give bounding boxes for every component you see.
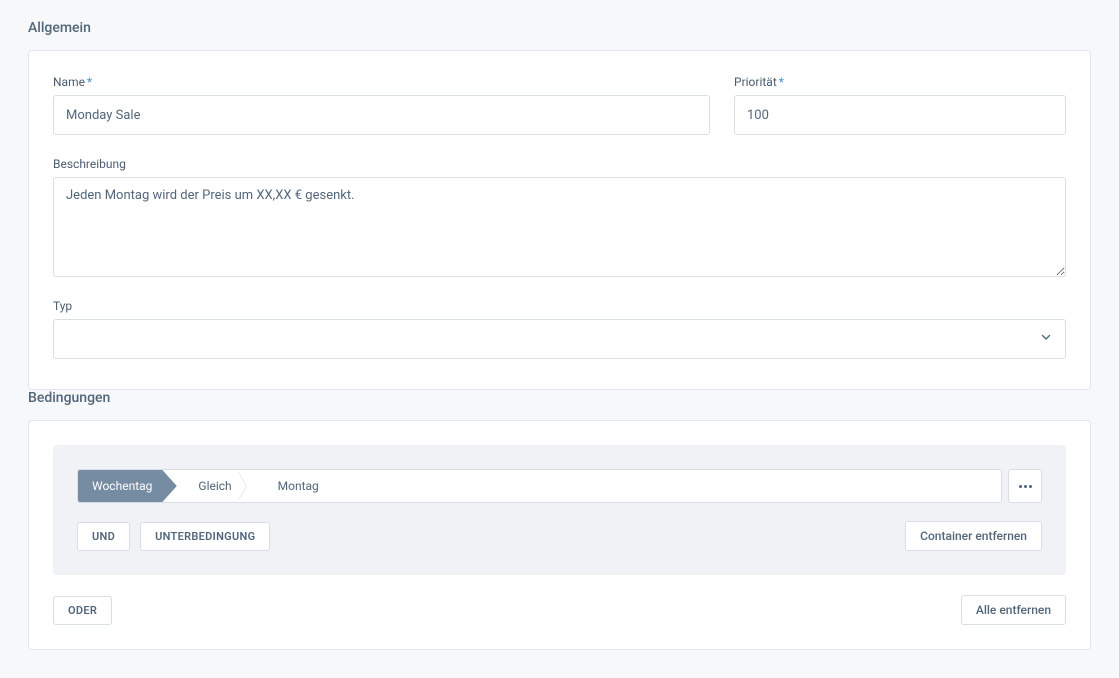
condition-field-chip[interactable]: Wochentag (78, 470, 178, 502)
and-button[interactable]: UND (77, 522, 130, 551)
condition-row: Wochentag Gleich Montag (77, 469, 1042, 503)
or-button[interactable]: ODER (53, 596, 112, 625)
card-conditions: Wochentag Gleich Montag UND UNTERBEDINGU (28, 420, 1091, 650)
condition-operator-chip[interactable]: Gleich (178, 470, 257, 502)
condition-actions-button[interactable] (1008, 469, 1042, 503)
subcondition-button[interactable]: UNTERBEDINGUNG (140, 522, 270, 551)
label-priority: Priorität* (734, 75, 1066, 89)
condition-value-chip[interactable]: Montag (258, 470, 1001, 502)
type-select[interactable] (53, 319, 1066, 359)
name-input[interactable] (53, 95, 710, 135)
required-marker: * (779, 75, 784, 89)
required-marker: * (87, 75, 92, 89)
label-description: Beschreibung (53, 157, 1066, 171)
condition-chip-wrap[interactable]: Wochentag Gleich Montag (77, 469, 1002, 503)
section-conditions: Bedingungen Wochentag Gleich Montag (28, 390, 1091, 650)
priority-input[interactable] (734, 95, 1066, 135)
section-title-general: Allgemein (28, 20, 1091, 36)
label-type: Typ (53, 299, 1066, 313)
more-icon (1019, 485, 1032, 488)
section-title-conditions: Bedingungen (28, 390, 1091, 406)
section-general: Allgemein Name* Priorität* Beschreibung … (28, 20, 1091, 390)
remove-container-button[interactable]: Container entfernen (905, 521, 1042, 551)
remove-all-button[interactable]: Alle entfernen (961, 595, 1066, 625)
description-textarea[interactable]: Jeden Montag wird der Preis um XX,XX € g… (53, 177, 1066, 277)
conditions-container: Wochentag Gleich Montag UND UNTERBEDINGU (53, 445, 1066, 575)
card-general: Name* Priorität* Beschreibung Jeden Mont… (28, 50, 1091, 390)
label-name: Name* (53, 75, 710, 89)
